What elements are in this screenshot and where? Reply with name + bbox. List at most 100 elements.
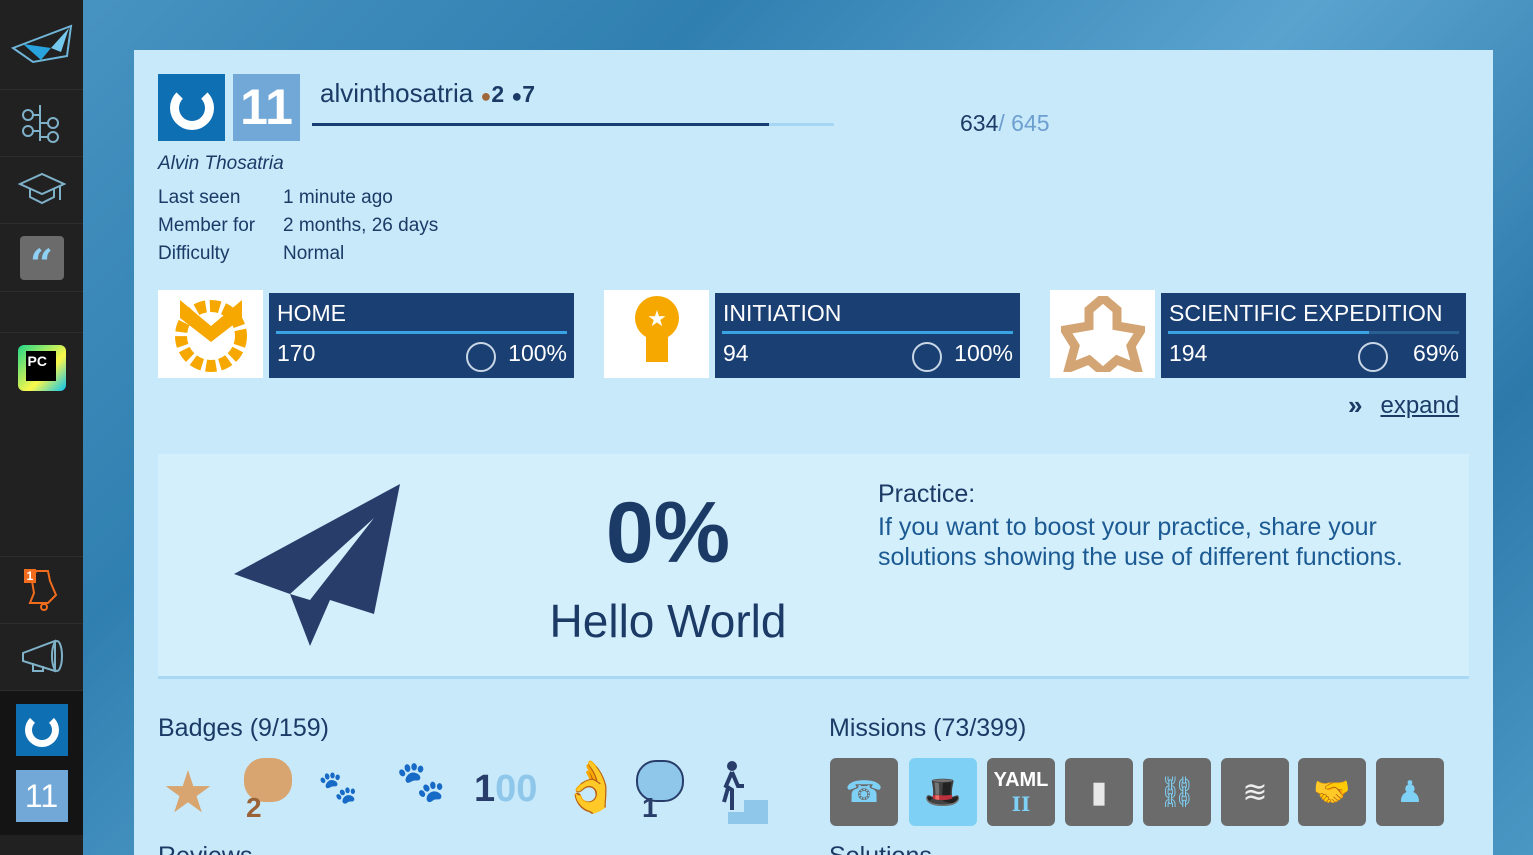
lightbulb-icon: ★: [634, 296, 679, 362]
hundred-badge-zeros: 00: [495, 768, 538, 810]
expand-link[interactable]: » expand: [1348, 390, 1459, 421]
sidebar-item-announcements[interactable]: [0, 624, 83, 691]
gauge-icon: [466, 342, 496, 372]
station-name[interactable]: HOME: [277, 300, 346, 327]
practice-section: 0% Hello World Practice: If you want to …: [158, 454, 1469, 679]
sidebar-item-quotes[interactable]: “: [0, 224, 83, 292]
sidebar-item-education[interactable]: [0, 157, 83, 224]
detail-label: Difficulty: [158, 243, 230, 264]
snowflake-chevron-icon: [1060, 296, 1145, 372]
power-icon: [169, 85, 214, 130]
station-info: SCIENTIFIC EXPEDITION 194 69%: [1161, 293, 1466, 378]
practice-title: Practice:: [878, 480, 976, 508]
stairs-badge-icon[interactable]: [714, 760, 768, 824]
logo[interactable]: [0, 0, 83, 90]
sidebar: “ PC 1 11: [0, 0, 83, 855]
detail-label: Last seen: [158, 187, 241, 208]
bronze-count: 2: [491, 81, 505, 107]
station-info: HOME 170 100%: [269, 293, 574, 378]
xp-counter: 634/ 645: [960, 110, 1050, 137]
username[interactable]: alvinthosatria: [320, 78, 473, 108]
badges-list: ★ 2 🐾 🐾 100 👌 1: [158, 758, 778, 828]
hundred-badge[interactable]: 100: [474, 768, 537, 811]
dark-count: 7: [522, 81, 536, 107]
station-info: INITIATION 94 100%: [715, 293, 1020, 378]
sidebar-item-pycharm[interactable]: PC: [0, 333, 83, 555]
station-progress-bar: [722, 331, 1013, 334]
detail-value: 1 minute ago: [283, 187, 393, 208]
ok-hand-badge-icon[interactable]: 👌: [560, 758, 622, 817]
mission-handshake-icon[interactable]: 🤝: [1298, 758, 1366, 826]
station-progress-bar: [276, 331, 567, 334]
mission-ruler-wave-icon[interactable]: ≋: [1221, 758, 1289, 826]
sidebar-item-tree[interactable]: [0, 90, 83, 157]
paw-badge-icon[interactable]: 🐾: [318, 768, 358, 806]
pycharm-icon: PC: [17, 345, 66, 391]
sidebar-level[interactable]: 11: [15, 770, 68, 822]
logo-icon: [10, 23, 72, 63]
station-icon: [1050, 290, 1155, 378]
double-chevron-icon: »: [1348, 390, 1363, 420]
solutions-title: Solutions: [829, 842, 932, 855]
mission-yaml-icon[interactable]: YAML II: [987, 758, 1055, 826]
level-badge: 11: [233, 74, 300, 141]
station-percent: 100%: [954, 340, 1013, 366]
mission-chain-icon[interactable]: ⛓: [1143, 758, 1211, 826]
reviews-title: Reviews: [158, 842, 252, 855]
paper-plane-icon: [234, 484, 400, 646]
gauge-icon: [912, 342, 942, 372]
bronze-dot-icon: ●: [480, 86, 492, 106]
practice-percent: 0%: [605, 485, 731, 581]
svg-text:★: ★: [647, 306, 667, 331]
sidebar-avatar[interactable]: [15, 704, 68, 756]
station-progress-bar: [1168, 331, 1459, 334]
paw-badge-large-icon[interactable]: 🐾: [396, 758, 446, 805]
megaphone-icon: [21, 639, 63, 673]
xp-total: / 645: [998, 110, 1050, 136]
user-avatar: [158, 74, 225, 141]
profile-panel: 11 alvinthosatria ●2 ●7 634/ 645 Alvin T…: [134, 50, 1493, 855]
brain-badge-level: 2: [246, 792, 262, 823]
mission-rocket-icon[interactable]: ▮: [1065, 758, 1133, 826]
brain-blue-badge-level: 1: [642, 792, 658, 823]
station-name[interactable]: INITIATION: [723, 300, 841, 327]
station-icon: ★: [604, 290, 709, 378]
badges-title: Badges (9/159): [158, 714, 329, 742]
star-badge-icon[interactable]: ★: [162, 758, 214, 826]
yaml-label: YAML: [993, 768, 1049, 791]
detail-value: 2 months, 26 days: [283, 215, 439, 236]
station-name[interactable]: SCIENTIFIC EXPEDITION: [1169, 300, 1442, 327]
yaml-sub-label: II: [1011, 791, 1031, 816]
detail-label: Member for: [158, 215, 256, 236]
xp-progress-bar: [312, 123, 834, 126]
gauge-icon: [1358, 342, 1388, 372]
full-name: Alvin Thosatria: [158, 153, 284, 174]
gear-chevron-icon: [174, 300, 247, 372]
station-count: 194: [1169, 340, 1208, 366]
notification-count: 1: [23, 568, 37, 583]
sidebar-item-notifications[interactable]: 1: [0, 556, 83, 624]
dark-dot-icon: ●: [511, 86, 523, 106]
missions-title: Missions (73/399): [829, 714, 1027, 742]
station-percent: 69%: [1412, 340, 1459, 366]
expand-label[interactable]: expand: [1380, 392, 1459, 420]
tree-icon: [21, 105, 59, 143]
mission-gentleman-icon[interactable]: 🎩: [909, 758, 977, 826]
station-count: 170: [277, 340, 316, 366]
station-icon: [158, 290, 263, 378]
rank-title: Hello World: [549, 595, 787, 647]
bell-icon: 1: [22, 563, 62, 618]
pycharm-label: PC: [25, 351, 56, 381]
mission-phone-money-icon[interactable]: ☎: [830, 758, 898, 826]
xp-current: 634: [960, 110, 999, 136]
mission-pawn-icon[interactable]: ♟: [1376, 758, 1444, 826]
detail-value: Normal: [283, 243, 345, 264]
practice-text: If you want to boost your practice, shar…: [878, 513, 1403, 571]
username-row: alvinthosatria ●2 ●7: [320, 78, 535, 109]
sidebar-user[interactable]: 11: [0, 691, 83, 835]
power-icon: [24, 713, 59, 747]
hundred-badge-one: 1: [474, 768, 496, 810]
graduation-cap-icon: [17, 172, 66, 205]
sidebar-spacer: [0, 292, 83, 333]
quotes-icon: “: [19, 235, 64, 288]
